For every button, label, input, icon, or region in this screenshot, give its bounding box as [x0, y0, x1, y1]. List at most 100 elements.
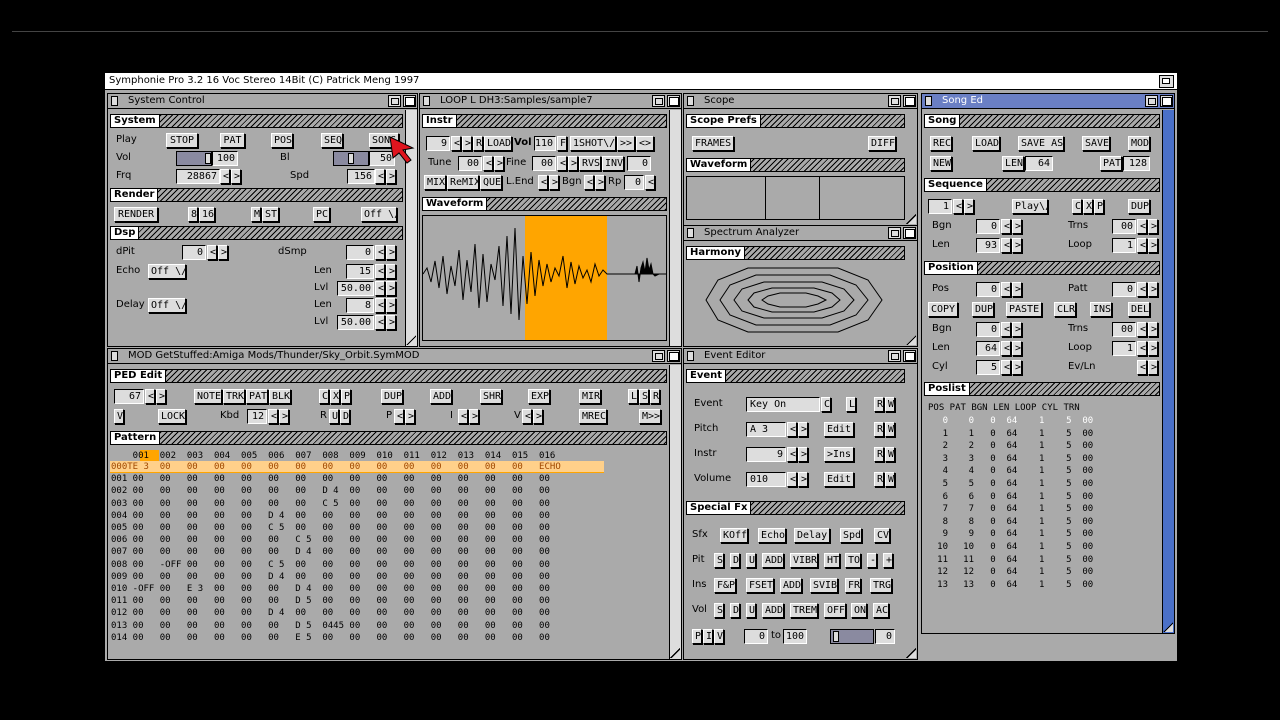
- lend-inc-button[interactable]: >: [549, 175, 559, 190]
- depth-gadget-icon[interactable]: [903, 350, 916, 362]
- f-button[interactable]: F: [557, 136, 567, 151]
- pos-bgn-value[interactable]: 0: [976, 322, 1000, 337]
- ins-button[interactable]: INS: [1090, 302, 1112, 317]
- piv-i-button[interactable]: I: [703, 629, 713, 644]
- volume-r-button[interactable]: R: [874, 472, 884, 487]
- instr-zero-value[interactable]: 0: [627, 156, 651, 171]
- song-load-button[interactable]: LOAD: [972, 136, 1000, 151]
- pos-dup-button[interactable]: DUP: [972, 302, 994, 317]
- instr-r-button[interactable]: R: [874, 447, 884, 462]
- echo-len-value[interactable]: 15: [346, 264, 374, 279]
- paste-button[interactable]: P: [341, 389, 351, 404]
- dpit-inc-button[interactable]: >: [218, 245, 228, 260]
- resize-gadget-icon[interactable]: [406, 335, 416, 345]
- v-dec-button[interactable]: <: [522, 409, 532, 424]
- r-button[interactable]: R: [650, 389, 660, 404]
- ht-button[interactable]: HT: [824, 553, 840, 568]
- seq-cut-button[interactable]: X: [1083, 199, 1093, 214]
- delay-lvl-value[interactable]: 50.00: [337, 315, 374, 330]
- echo-len-dec-button[interactable]: <: [375, 264, 385, 279]
- zoom-gadget-icon[interactable]: [388, 95, 401, 107]
- kbd-inc-button[interactable]: >: [279, 409, 289, 424]
- paste-button[interactable]: PASTE: [1006, 302, 1042, 317]
- close-gadget-icon[interactable]: [687, 351, 694, 361]
- pos-dec-button[interactable]: <: [1001, 282, 1011, 297]
- i-dec-button[interactable]: <: [458, 409, 468, 424]
- close-gadget-icon[interactable]: [111, 96, 118, 106]
- poslist-row[interactable]: 13 13 0 64 1 5 00: [928, 579, 1148, 592]
- seq-len-inc-button[interactable]: >: [1012, 238, 1022, 253]
- len-button[interactable]: LEN: [1002, 156, 1024, 171]
- pat-button[interactable]: PAT: [246, 389, 268, 404]
- instr-vol-value[interactable]: 110: [534, 136, 556, 151]
- close-gadget-icon[interactable]: [111, 351, 118, 361]
- stereo-button[interactable]: ST: [262, 207, 279, 222]
- close-gadget-icon[interactable]: [687, 96, 694, 106]
- depth-gadget-icon[interactable]: [1160, 95, 1173, 107]
- vol-d-button[interactable]: D: [730, 603, 740, 618]
- window-title-bar[interactable]: Scope: [684, 94, 917, 109]
- evln-dec-button[interactable]: <: [1137, 360, 1147, 375]
- poslist-row[interactable]: 55 0 64 1 5 00: [928, 478, 1148, 491]
- bgn-dec-button[interactable]: <: [584, 175, 594, 190]
- v-button[interactable]: V: [114, 409, 124, 424]
- patt-dec-button[interactable]: <: [1137, 282, 1147, 297]
- delay-len-dec-button[interactable]: <: [375, 298, 385, 313]
- echo-lvl-value[interactable]: 50.00: [337, 281, 374, 296]
- pos-button[interactable]: POS: [271, 133, 293, 148]
- poslist-row[interactable]: 12 12 0 64 1 5 00: [928, 566, 1148, 579]
- pattern-row[interactable]: 004 00 00 00 00 00 D 4 00 00 00 00 00 00…: [111, 510, 666, 522]
- render-off-cycle[interactable]: Off \/: [361, 207, 397, 222]
- fr-button[interactable]: FR: [845, 578, 861, 593]
- echo-cycle[interactable]: Off \/: [148, 264, 186, 279]
- balance-slider[interactable]: [333, 151, 369, 166]
- ac-button[interactable]: AC: [873, 603, 889, 618]
- dpit-value[interactable]: 0: [182, 245, 206, 260]
- pit-u-button[interactable]: U: [746, 553, 756, 568]
- instr-inc-button[interactable]: >: [798, 447, 808, 462]
- volume-inc-button[interactable]: >: [798, 472, 808, 487]
- instr-value[interactable]: 9: [746, 447, 786, 462]
- window-title-bar[interactable]: Spectrum Analyzer: [684, 226, 917, 241]
- depth-gadget-icon[interactable]: [903, 95, 916, 107]
- echo-button[interactable]: Echo: [758, 528, 786, 543]
- piv-p-button[interactable]: P: [692, 629, 702, 644]
- bgn-inc-button[interactable]: >: [595, 175, 605, 190]
- rp-value[interactable]: 0: [624, 175, 644, 190]
- seq-button[interactable]: SEQ: [321, 133, 343, 148]
- note-button[interactable]: NOTE: [194, 389, 222, 404]
- fine-dec-button[interactable]: <: [557, 156, 567, 171]
- pit-add-button[interactable]: ADD: [762, 553, 784, 568]
- vertical-scrollbar[interactable]: [669, 365, 681, 659]
- forward-button[interactable]: >>: [617, 136, 635, 151]
- pit-d-button[interactable]: D: [730, 553, 740, 568]
- r-button[interactable]: R: [473, 136, 483, 151]
- minus-button[interactable]: -: [867, 553, 877, 568]
- render-8bit-button[interactable]: 8: [188, 207, 198, 222]
- seq-loop-value[interactable]: 1: [1112, 238, 1136, 253]
- trem-button[interactable]: TREM: [790, 603, 818, 618]
- spd-inc-button[interactable]: >: [386, 169, 396, 184]
- stop-button[interactable]: STOP: [166, 133, 198, 148]
- seq-paste-button[interactable]: P: [1094, 199, 1104, 214]
- fine-value[interactable]: 00: [532, 156, 556, 171]
- pattern-row[interactable]: 008 00 -OFF 00 00 00 C 5 00 00 00 00 00 …: [111, 559, 666, 571]
- pitch-value[interactable]: A 3: [746, 422, 786, 437]
- pattern-row[interactable]: 013 00 00 00 00 00 00 D 5 0445 00 00 00 …: [111, 620, 666, 632]
- pattern-row[interactable]: 002 00 00 00 00 00 00 00 D 4 00 00 00 00…: [111, 485, 666, 497]
- volume-edit-button[interactable]: Edit: [824, 472, 854, 487]
- new-button[interactable]: NEW: [930, 156, 952, 171]
- ped-number[interactable]: 67: [114, 389, 144, 404]
- pos-loop-inc-button[interactable]: >: [1148, 341, 1158, 356]
- sample-waveform-view[interactable]: [422, 215, 667, 341]
- del-button[interactable]: DEL: [1128, 302, 1150, 317]
- pos-loop-value[interactable]: 1: [1112, 341, 1136, 356]
- render-button[interactable]: RENDER: [114, 207, 158, 222]
- ped-dec-button[interactable]: <: [145, 389, 155, 404]
- copy-button[interactable]: COPY: [928, 302, 958, 317]
- cyl-value[interactable]: 5: [976, 360, 1000, 375]
- play-cycle[interactable]: Play\/: [1012, 199, 1048, 214]
- resize-gadget-icon[interactable]: [906, 648, 916, 658]
- vol-s-button[interactable]: S: [714, 603, 724, 618]
- pit-s-button[interactable]: S: [714, 553, 724, 568]
